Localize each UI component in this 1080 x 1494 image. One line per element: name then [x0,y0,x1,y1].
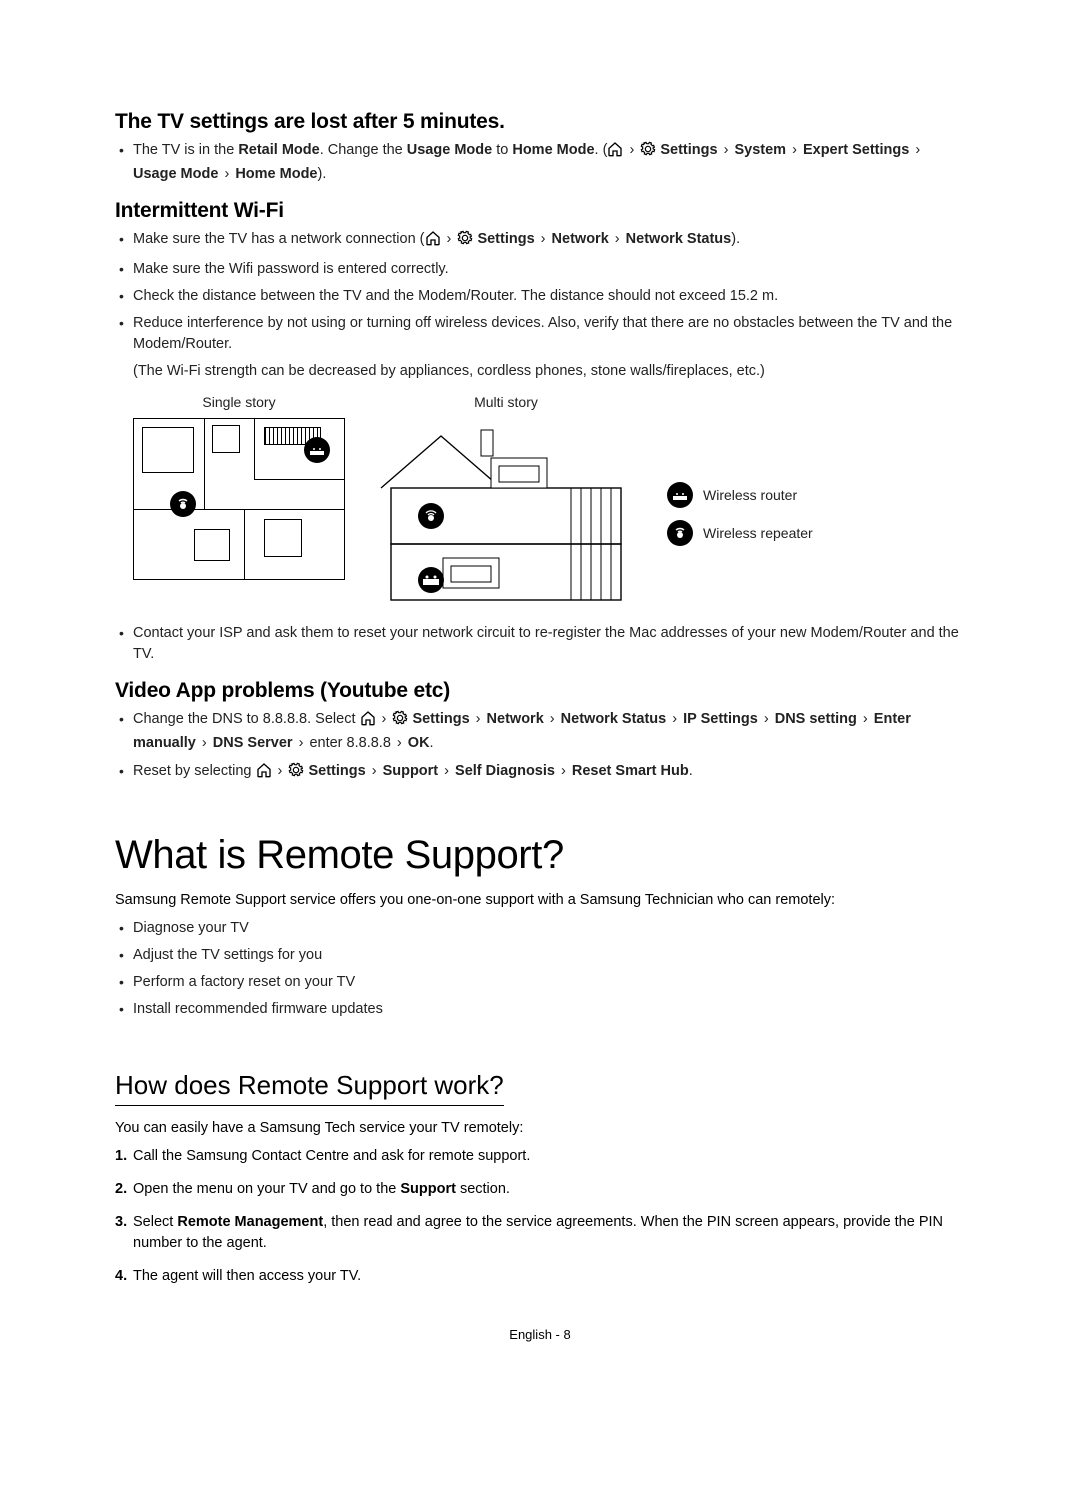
router-icon [667,482,693,508]
list-item: Adjust the TV settings for you [133,945,965,966]
home-icon [425,230,441,253]
list-item: Diagnose your TV [133,918,965,939]
page-footer: English - 8 [115,1327,965,1342]
list-item: Make sure the Wifi password is entered c… [133,259,965,280]
gear-icon [457,230,473,253]
list-remote: Diagnose your TV Adjust the TV settings … [115,918,965,1020]
heading-tv-settings-lost: The TV settings are lost after 5 minutes… [115,110,965,134]
list-how-steps: Call the Samsung Contact Centre and ask … [115,1146,965,1287]
step-item: Open the menu on your TV and go to the S… [133,1179,965,1200]
repeater-icon [667,520,693,546]
list-item: Install recommended firmware updates [133,999,965,1020]
list-video-app: Change the DNS to 8.8.8.8. Select › Sett… [115,709,965,784]
list-item: Contact your ISP and ask them to reset y… [133,623,965,665]
list-item: Reset by selecting › Settings › Support … [133,761,965,785]
list-item: The TV is in the Retail Mode. Change the… [133,140,965,185]
gear-icon [392,710,408,733]
step-item: The agent will then access your TV. [133,1266,965,1287]
home-icon [360,710,376,733]
home-icon [607,141,623,164]
list-wifi: Make sure the TV has a network connectio… [115,229,965,665]
list-item: Change the DNS to 8.8.8.8. Select › Sett… [133,709,965,754]
heading-how-remote: How does Remote Support work? [115,1070,504,1106]
repeater-icon [170,491,196,517]
heading-video-app: Video App problems (Youtube etc) [115,679,965,703]
heading-intermittent-wifi: Intermittent Wi-Fi [115,199,965,223]
list-item: Check the distance between the TV and th… [133,286,965,307]
legend-label: Wireless repeater [703,523,813,543]
home-icon [256,762,272,785]
remote-lead: Samsung Remote Support service offers yo… [115,892,965,908]
list-item: Perform a factory reset on your TV [133,972,965,993]
list-item: Reduce interference by not using or turn… [133,313,965,615]
manual-page: The TV settings are lost after 5 minutes… [0,0,1080,1402]
diagram-multi-story: Multi story [371,392,641,615]
gear-icon [288,762,304,785]
list-item: Make sure the TV has a network connectio… [133,229,965,253]
legend-label: Wireless router [703,485,797,505]
heading-remote-support: What is Remote Support? [115,833,965,878]
diagram-single-story: Single story [133,392,345,580]
floorplan-illustration [133,418,345,580]
step-item: Select Remote Management, then read and … [133,1212,965,1254]
gear-icon [640,141,656,164]
multistory-illustration [371,418,641,615]
step-item: Call the Samsung Contact Centre and ask … [133,1146,965,1167]
wifi-note: (The Wi-Fi strength can be decreased by … [133,361,965,382]
list-tv-settings-lost: The TV is in the Retail Mode. Change the… [115,140,965,185]
diagram-legend: Wireless router Wireless repeater [667,482,813,546]
how-lead: You can easily have a Samsung Tech servi… [115,1120,965,1136]
